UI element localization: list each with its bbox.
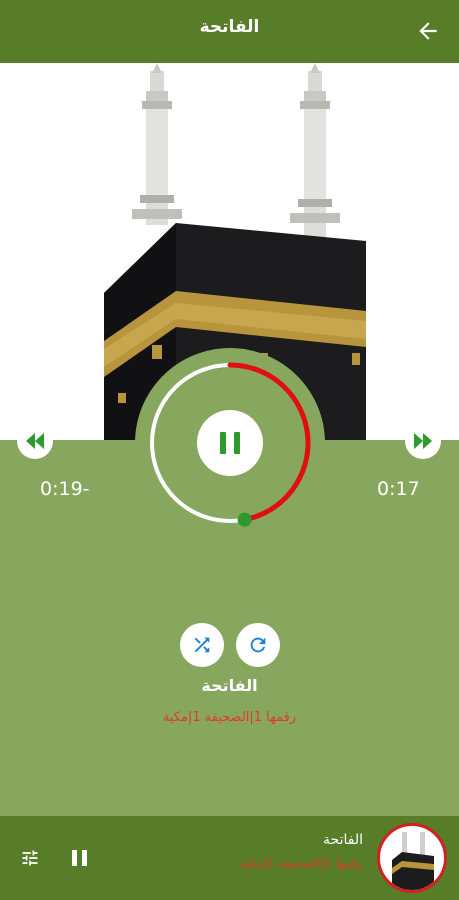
page-title: الفاتحة [199,17,260,37]
progress-thumb [237,512,252,527]
rewind-button[interactable] [17,423,53,459]
mini-player[interactable]: الفاتحة رقمها 1|الصحيفة 1|مكية [0,816,459,900]
repeat-icon [250,637,266,653]
track-title: الفاتحة [201,676,258,695]
track-meta: رقمها 1|الصحيفة 1|مكية [162,710,297,725]
mini-pause-button[interactable] [70,848,90,868]
top-app-bar: الفاتحة [0,0,459,63]
elapsed-time: 0:17 [377,478,420,500]
mini-track-title: الفاتحة [323,832,363,848]
rewind-icon [26,433,44,449]
arrow-back-icon[interactable] [415,18,441,44]
pause-button[interactable] [197,410,263,476]
repeat-button[interactable] [236,623,280,667]
remaining-time: 0:19- [40,478,90,500]
left-minaret [132,63,182,225]
track-thumbnail [377,823,447,893]
right-minaret [290,63,340,251]
shuffle-icon [194,637,210,653]
equalizer-icon[interactable] [20,848,40,868]
fast-forward-icon [414,433,432,449]
shuffle-button[interactable] [180,623,224,667]
fast-forward-button[interactable] [405,423,441,459]
pause-icon [72,850,77,866]
mini-track-meta: رقمها 1|الصحيفة 1|مكية [239,856,363,870]
pause-icon [220,432,226,454]
